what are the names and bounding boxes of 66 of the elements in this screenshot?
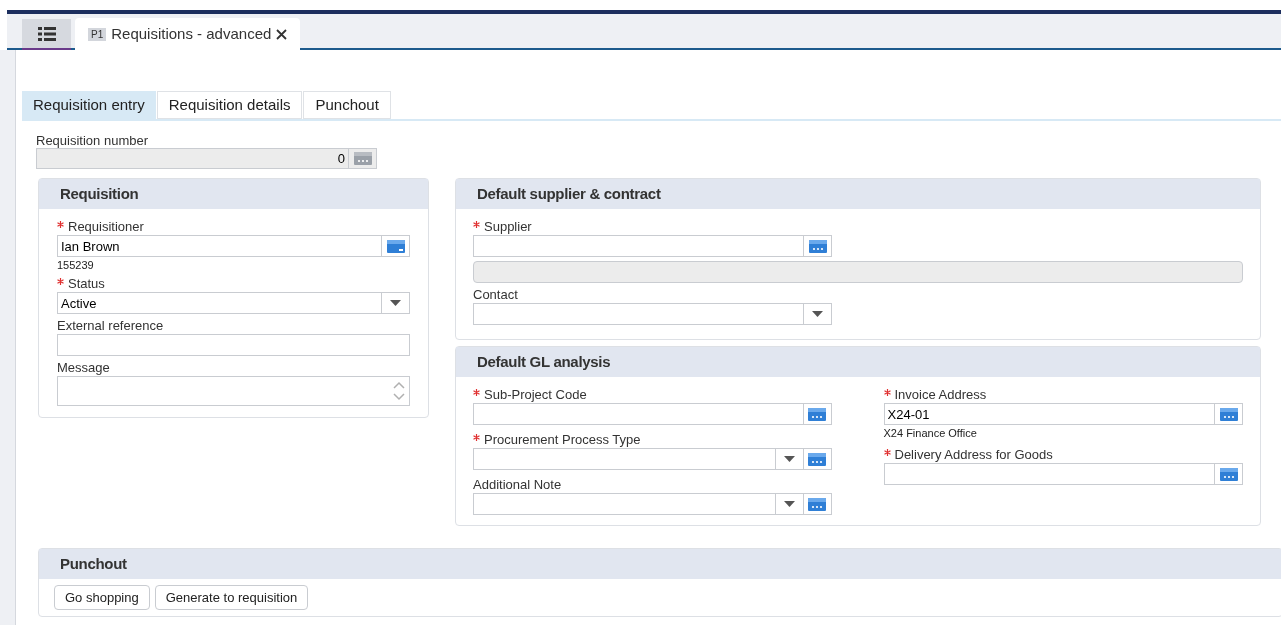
input-field[interactable]: Active — [57, 292, 382, 314]
form-tab[interactable]: Requisition details — [156, 91, 303, 119]
section-title: Punchout — [60, 553, 127, 574]
list-icon — [37, 26, 56, 41]
field-note: X24 Finance Office — [883, 426, 978, 440]
more-icon — [353, 152, 372, 165]
document-tab[interactable]: P1 Requisitions - advanced — [75, 18, 301, 50]
caret-icon — [783, 456, 795, 462]
caret-icon — [783, 501, 795, 507]
input-field[interactable] — [473, 448, 776, 470]
spinner-icon — [391, 379, 407, 403]
close-icon[interactable] — [276, 28, 288, 40]
lookup-button[interactable] — [803, 448, 832, 470]
lookup-button[interactable] — [803, 403, 832, 425]
form-tab[interactable]: Punchout — [303, 91, 391, 119]
lookup-button[interactable] — [349, 148, 377, 169]
dropdown-button[interactable] — [775, 493, 804, 515]
lookup-button[interactable] — [1215, 463, 1243, 485]
field-label: Delivery Address for Goods — [894, 447, 1053, 463]
input-field[interactable] — [57, 334, 410, 356]
more-icon — [808, 407, 826, 421]
more-icon — [808, 452, 826, 466]
menu-button[interactable] — [22, 19, 71, 50]
field-label: External reference — [57, 318, 164, 334]
dropdown-button[interactable] — [775, 448, 804, 470]
dropdown-button[interactable] — [382, 292, 410, 314]
message-field[interactable] — [57, 376, 410, 406]
input-field[interactable] — [473, 235, 804, 257]
caret-icon — [390, 300, 401, 306]
input-field[interactable]: Ian Brown — [57, 235, 382, 257]
field-label: Status — [68, 276, 105, 292]
section-title: Default GL analysis — [477, 351, 611, 372]
form-tab[interactable]: Requisition entry — [22, 91, 156, 119]
field-label: Message — [57, 360, 110, 376]
more-icon — [1219, 407, 1238, 421]
lookup-button[interactable] — [382, 235, 410, 257]
input-field[interactable] — [473, 403, 804, 425]
input-field[interactable] — [883, 463, 1215, 485]
more-icon — [1219, 467, 1238, 481]
tab-title: Requisitions - advanced — [111, 23, 272, 44]
field-label: Requisitioner — [68, 219, 144, 235]
input-field[interactable] — [473, 303, 804, 325]
lookup-button[interactable] — [1215, 403, 1243, 425]
input-field[interactable]: X24-01 — [883, 403, 1215, 425]
field-label: Supplier — [484, 219, 532, 235]
field-label: Invoice Address — [894, 387, 987, 403]
section-title: Default supplier & contract — [477, 183, 661, 204]
dropdown-button[interactable] — [804, 303, 832, 325]
requisition-number-field: 0 — [36, 148, 349, 169]
section-title: Requisition — [60, 183, 139, 204]
more-icon — [808, 497, 826, 511]
caret-icon — [812, 311, 823, 317]
more-icon — [808, 239, 827, 253]
punchout-button[interactable]: Go shopping — [54, 585, 150, 610]
field-label: Procurement Process Type — [484, 432, 641, 448]
field-label: Requisition number — [36, 133, 149, 148]
lookup-button[interactable] — [803, 493, 832, 515]
field-label: Contact — [473, 287, 518, 303]
tab-badge: P1 — [88, 27, 107, 41]
card-icon — [386, 239, 405, 253]
input-field[interactable] — [473, 493, 776, 515]
field-label: Sub-Project Code — [484, 387, 587, 403]
field-label: Additional Note — [473, 477, 562, 493]
punchout-button[interactable]: Generate to requisition — [154, 585, 309, 610]
lookup-button[interactable] — [804, 235, 832, 257]
field-note: 155239 — [57, 258, 95, 272]
